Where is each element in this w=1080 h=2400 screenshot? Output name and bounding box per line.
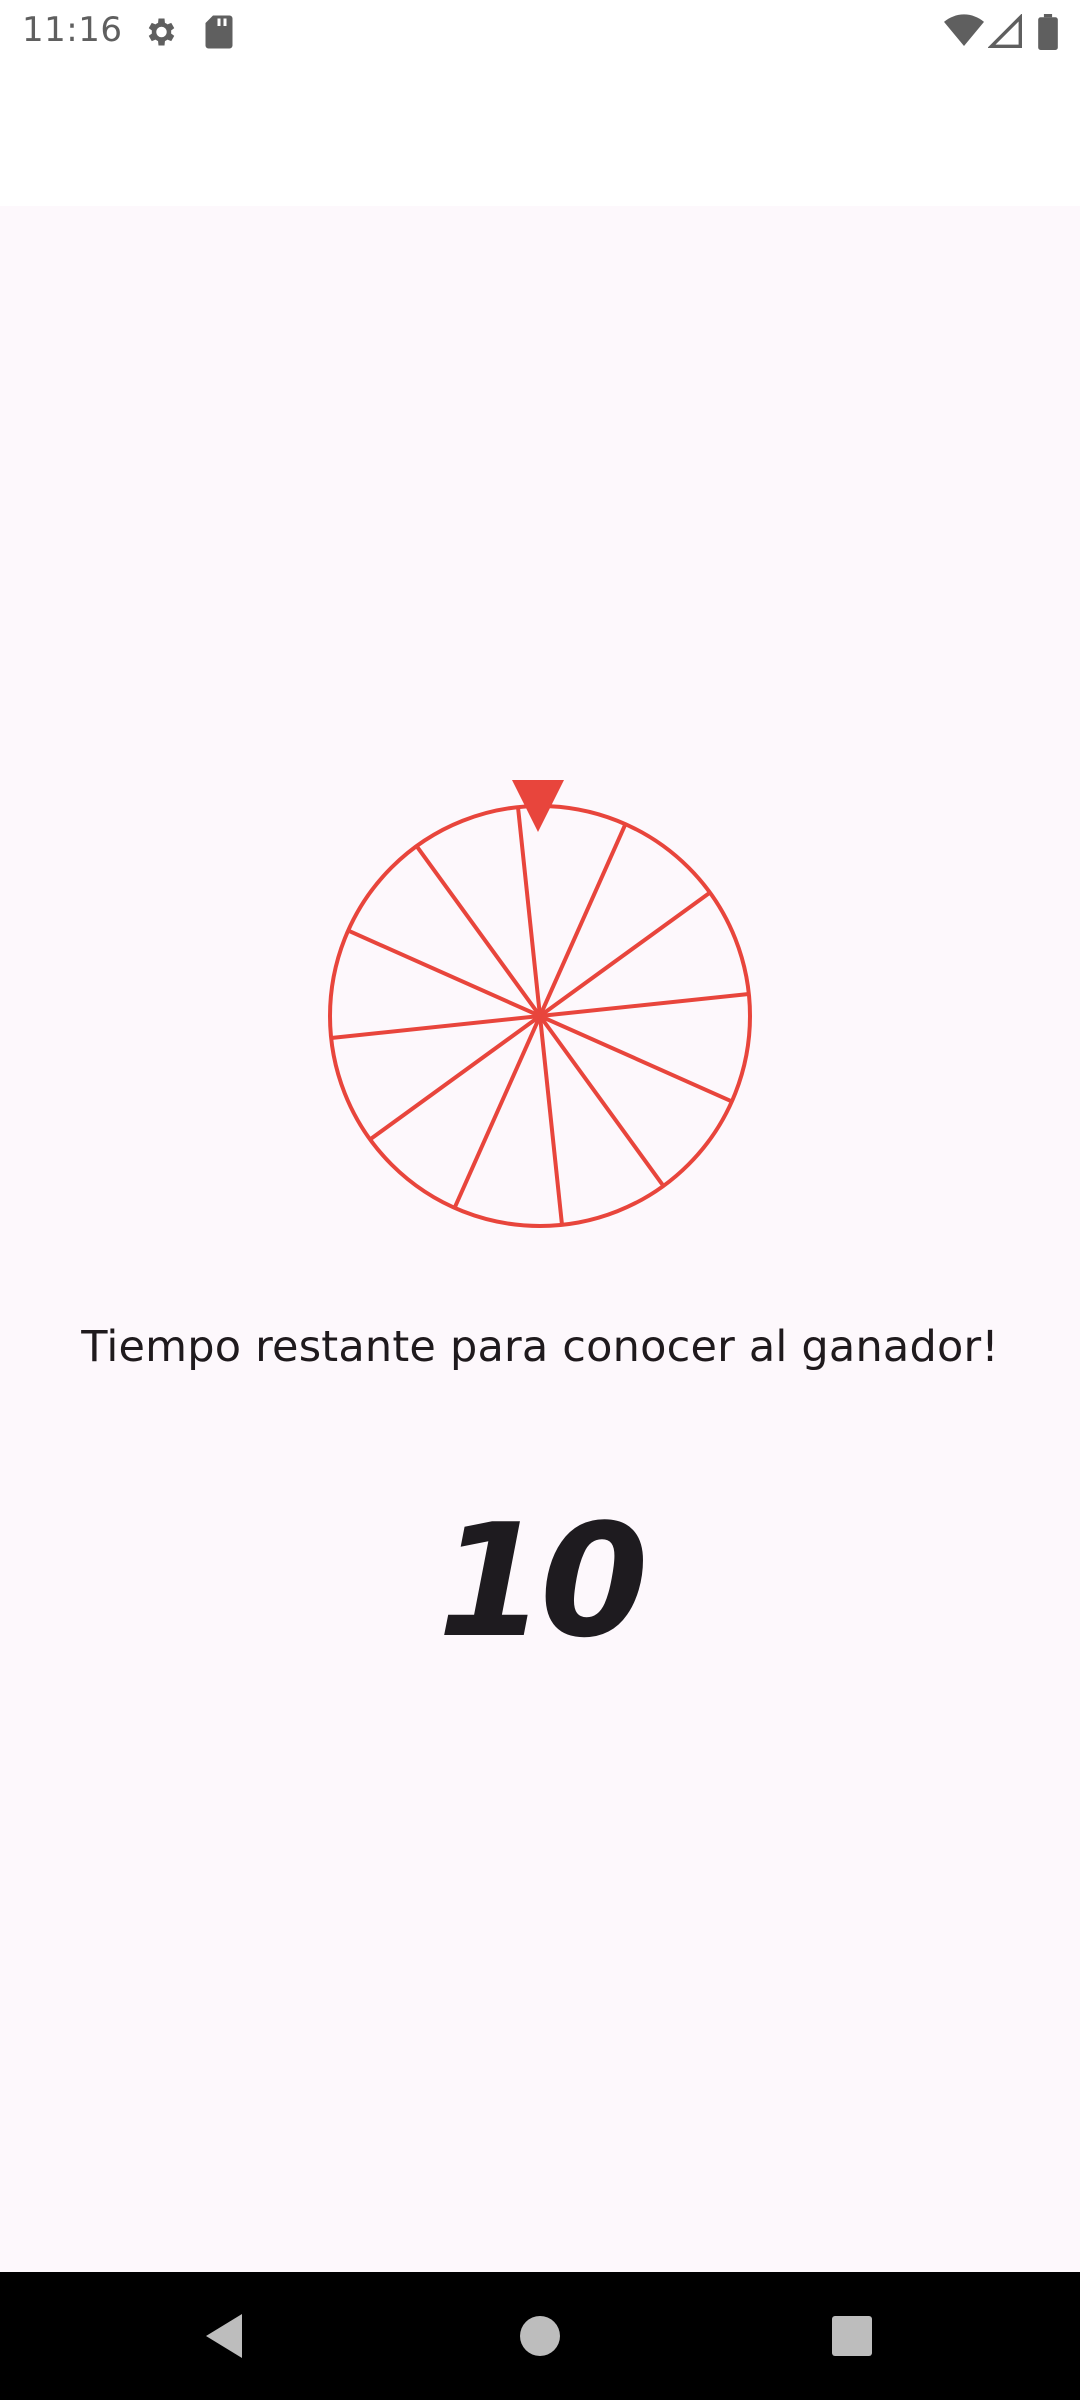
wifi-icon [944,14,984,52]
wheel-graphic [328,780,752,1228]
navigation-bar [0,2272,1080,2400]
wheel-spoke [516,806,542,1017]
battery-icon [1038,14,1058,54]
wheel-spoke [330,1014,541,1040]
sd-card-icon [204,14,234,54]
recents-icon[interactable] [822,2306,882,2366]
wheel-spoke [538,1015,564,1226]
home-icon[interactable] [510,2306,570,2366]
cellular-signal-icon [987,13,1022,52]
app-bar [0,62,1080,206]
status-bar: 11:16 [0,0,1080,62]
countdown-caption: Tiempo restante para conocer al ganador! [81,1322,999,1372]
wheel-spoke [539,992,750,1018]
gear-icon [142,14,178,54]
status-time: 11:16 [22,10,123,50]
countdown-number: 10 [437,1490,648,1672]
back-icon[interactable] [196,2306,256,2366]
